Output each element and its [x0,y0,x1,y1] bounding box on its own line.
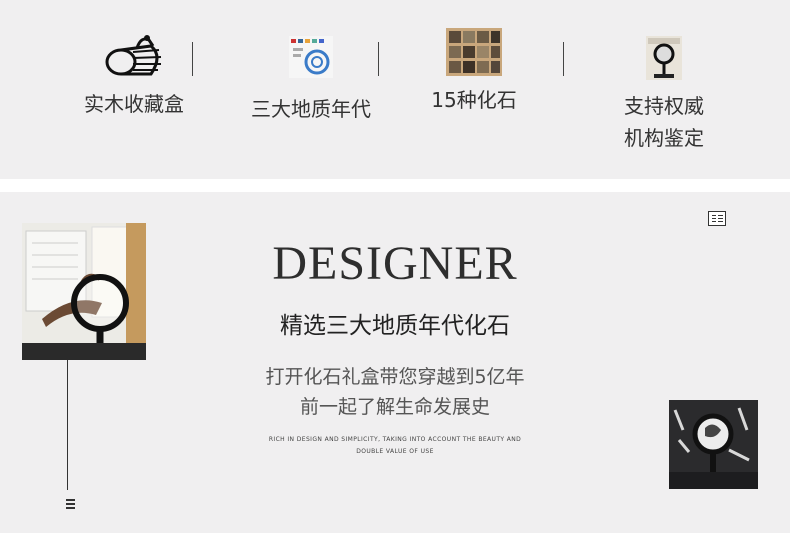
feature-wooden-box: 实木收藏盒 [74,32,194,120]
document-icon[interactable] [708,211,726,226]
feature-label: 15种化石 [431,88,517,112]
menu-icon[interactable] [66,499,75,509]
feature-label: 实木收藏盒 [84,92,184,116]
divider [378,42,379,76]
magnifier-image [646,36,682,80]
divider [563,42,564,76]
feature-certification: 支持权威 机构鉴定 [604,36,724,154]
feature-geologic-eras: 三大地质年代 [236,36,386,125]
feature-fossils: 15种化石 [414,28,534,116]
divider [192,42,193,76]
tagline-line2: DOUBLE VALUE OF USE [356,448,434,455]
designer-subtitle: 精选三大地质年代化石 [280,313,510,339]
tagline-line1: RICH IN DESIGN AND SIMPLICITY, TAKING IN… [268,436,522,443]
description-line1: 打开化石礼盒带您穿越到5亿年 [265,366,525,388]
wooden-box-icon [105,35,162,76]
designer-tagline: RICH IN DESIGN AND SIMPLICITY, TAKING IN… [245,434,545,458]
designer-title: DESIGNER [272,237,518,290]
geologic-eras-image [289,36,333,78]
fossil-box-photo [669,400,758,489]
feature-label-line2: 机构鉴定 [624,126,704,150]
feature-label: 三大地质年代 [251,97,371,121]
feature-label-line1: 支持权威 [624,94,704,118]
fossil-tray-image [446,28,502,76]
